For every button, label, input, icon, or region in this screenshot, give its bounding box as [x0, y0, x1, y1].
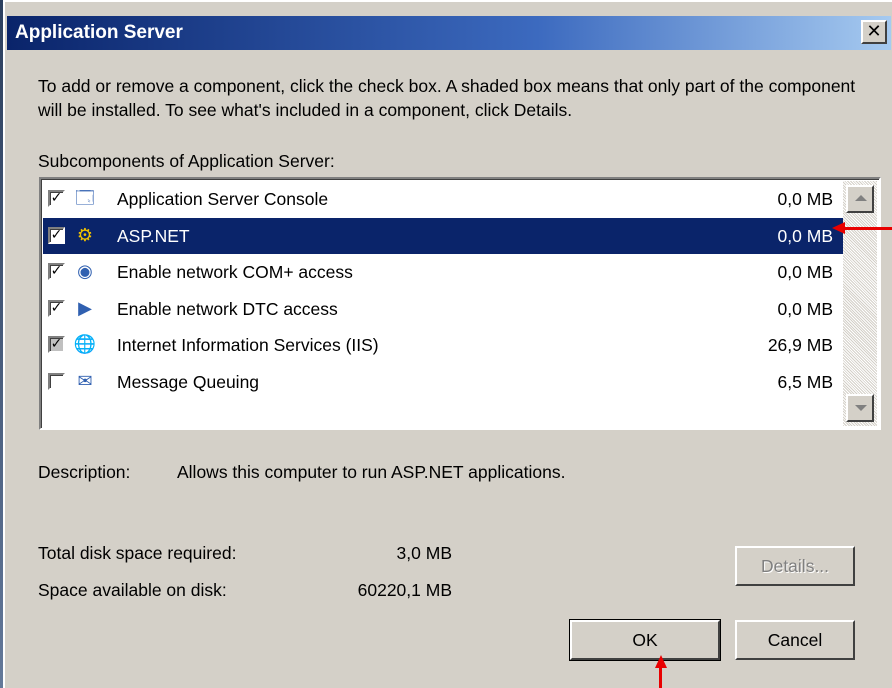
disk-required-label: Total disk space required: — [38, 543, 237, 563]
subcomponents-list[interactable]: ✓ 🗔 Application Server Console 0,0 MB ✓ ⚙ ASP.… — [39, 177, 881, 430]
disk-required-value: 3,0 MB — [396, 543, 452, 563]
description-label: Description: — [38, 462, 131, 482]
description-text: Allows this computer to run ASP.NET appl… — [177, 462, 566, 482]
component-size: 0,0 MB — [777, 298, 833, 319]
component-name: Message Queuing — [117, 371, 260, 392]
application-server-dialog: Application Server ✕ To add or remove a … — [3, 0, 892, 688]
component-row[interactable]: ✓ 🗔 Application Server Console 0,0 MB — [43, 181, 845, 218]
ok-button[interactable]: OK — [570, 620, 720, 660]
component-name: ASP.NET — [117, 225, 190, 246]
gears-icon: ⚙ — [76, 224, 94, 246]
window-title: Application Server — [15, 22, 183, 43]
component-checkbox[interactable]: ✓ — [48, 263, 65, 280]
instructions-text: To add or remove a component, click the … — [38, 76, 856, 120]
component-size: 0,0 MB — [777, 225, 833, 246]
component-size: 26,9 MB — [767, 335, 833, 355]
com-plus-icon: ◉ — [77, 261, 93, 282]
component-name: Internet Information Services (IIS) — [117, 335, 379, 355]
component-size: 6,5 MB — [777, 371, 833, 392]
component-size: 0,0 MB — [777, 189, 833, 209]
cancel-button[interactable]: Cancel — [735, 620, 855, 660]
component-checkbox[interactable] — [48, 372, 65, 390]
subcomponents-label: Subcomponents of Application Server: — [38, 151, 335, 171]
component-checkbox[interactable]: ✓ — [48, 190, 65, 207]
component-size: 0,0 MB — [777, 262, 833, 282]
component-row[interactable]: ✓ ◉ Enable network COM+ access 0,0 MB — [43, 254, 845, 291]
component-row[interactable]: ✉ Message Queuing 6,5 MB — [43, 364, 845, 401]
close-icon: ✕ — [866, 21, 882, 42]
component-row[interactable]: ✓ ⚙ ASP.NET 0,0 MB — [43, 217, 845, 254]
list-scrollbar[interactable] — [843, 181, 877, 426]
scroll-down-button[interactable] — [846, 394, 874, 422]
close-button[interactable]: ✕ — [861, 20, 887, 44]
console-icon: 🗔 — [75, 188, 95, 209]
details-button[interactable]: Details... — [735, 546, 855, 586]
dtc-icon: ▶ — [78, 297, 92, 319]
disk-available-value: 60220,1 MB — [357, 580, 452, 600]
title-bar[interactable]: Application Server ✕ — [7, 16, 891, 50]
component-checkbox[interactable]: ✓ — [48, 226, 65, 244]
arrow-up-icon — [855, 195, 867, 201]
component-checkbox[interactable]: ✓ — [48, 299, 65, 317]
component-row[interactable]: ✓ 🌐 Internet Information Services (IIS) 26,… — [43, 327, 845, 364]
component-name: Application Server Console — [117, 189, 329, 209]
disk-available-label: Space available on disk: — [38, 580, 227, 600]
component-checkbox[interactable]: ✓ — [48, 336, 65, 353]
component-row[interactable]: ✓ ▶ Enable network DTC access 0,0 MB — [43, 291, 845, 328]
arrow-down-icon — [855, 405, 867, 411]
scroll-up-button[interactable] — [846, 185, 874, 213]
component-name: Enable network DTC access — [117, 298, 338, 319]
iis-globe-icon: 🌐 — [73, 334, 97, 355]
message-queue-icon: ✉ — [77, 370, 93, 392]
component-name: Enable network COM+ access — [117, 262, 353, 282]
